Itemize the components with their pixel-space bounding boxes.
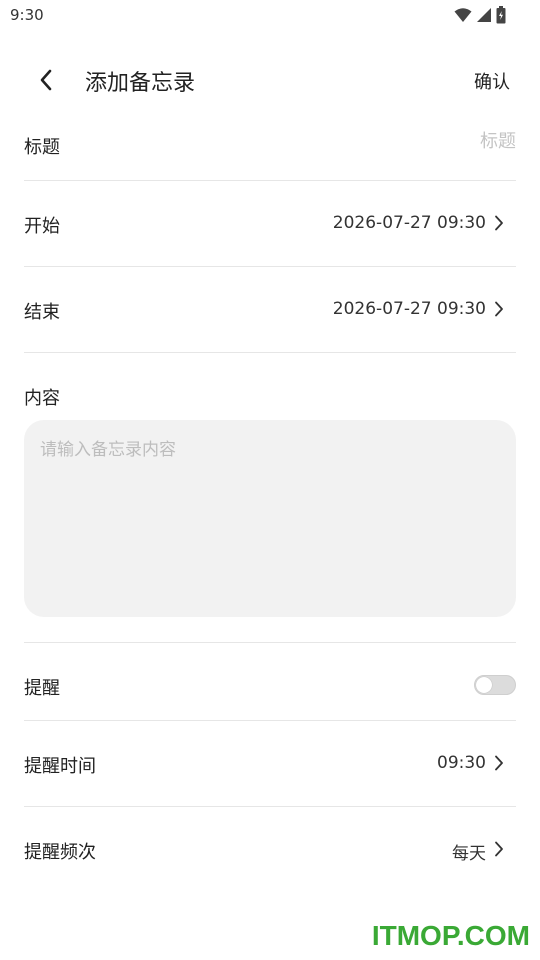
divider [24, 642, 516, 643]
title-row: 标题 [24, 131, 516, 158]
end-value: 2026-07-27 09:30 [332, 299, 486, 319]
reminder-time-value: 09:30 [437, 753, 486, 773]
start-value: 2026-07-27 09:30 [332, 213, 486, 233]
content-textarea[interactable] [24, 420, 516, 617]
status-time: 9:30 [10, 6, 44, 24]
reminder-toggle[interactable] [474, 675, 516, 695]
end-label: 结束 [24, 302, 60, 323]
reminder-frequency-label: 提醒频次 [24, 842, 96, 863]
signal-icon [477, 8, 491, 22]
divider [24, 806, 516, 807]
title-label: 标题 [24, 137, 60, 158]
battery-icon [496, 6, 506, 24]
end-time-row[interactable]: 结束 2026-07-27 09:30 [24, 298, 516, 323]
divider [24, 180, 516, 181]
reminder-frequency-value: 每天 [452, 844, 486, 864]
reminder-time-label: 提醒时间 [24, 756, 96, 777]
content-label: 内容 [24, 388, 60, 409]
reminder-frequency-row[interactable]: 提醒频次 每天 [24, 838, 516, 864]
divider [24, 352, 516, 353]
status-bar: 9:30 [0, 0, 540, 32]
reminder-time-row[interactable]: 提醒时间 09:30 [24, 752, 516, 777]
reminder-row: 提醒 [24, 674, 516, 699]
chevron-right-icon [495, 841, 503, 857]
wifi-icon [454, 8, 472, 22]
chevron-right-icon [495, 215, 503, 231]
back-button[interactable] [28, 62, 64, 98]
status-icons [454, 6, 506, 24]
title-input[interactable] [216, 131, 516, 152]
content-row: 内容 [24, 384, 516, 409]
toggle-knob [476, 677, 492, 693]
app-bar: 添加备忘录 确认 [0, 50, 540, 110]
content-box [24, 420, 516, 617]
chevron-left-icon [40, 69, 52, 91]
divider [24, 266, 516, 267]
chevron-right-icon [495, 755, 503, 771]
divider [24, 720, 516, 721]
start-time-row[interactable]: 开始 2026-07-27 09:30 [24, 212, 516, 237]
watermark: ITMOP.COM [371, 920, 530, 951]
page-title: 添加备忘录 [85, 71, 196, 96]
reminder-label: 提醒 [24, 678, 60, 699]
chevron-right-icon [495, 301, 503, 317]
confirm-button[interactable]: 确认 [474, 68, 510, 94]
start-label: 开始 [24, 216, 60, 237]
